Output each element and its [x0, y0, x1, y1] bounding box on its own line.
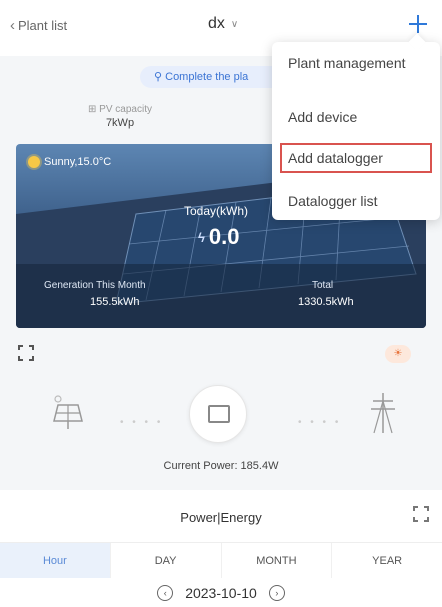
bolt-icon: ϟ [198, 229, 205, 245]
selected-date[interactable]: 2023-10-10 [185, 585, 257, 601]
menu-item-add-datalogger[interactable]: Add datalogger [280, 143, 432, 173]
power-tower-icon [371, 393, 395, 434]
back-label: Plant list [18, 18, 68, 33]
today-label: Today(kWh) [184, 204, 249, 218]
tab-month[interactable]: MONTH [221, 543, 333, 578]
sun-icon [28, 156, 40, 168]
plant-name: dx [208, 15, 225, 32]
tab-hour[interactable]: Hour [0, 543, 111, 578]
month-label: Generation This Month [44, 280, 146, 291]
weather-text: Sunny,15.0°C [44, 156, 112, 168]
add-dropdown-menu: Plant management Add device Add datalogg… [272, 33, 440, 220]
complete-hint-text: Complete the pla [165, 71, 249, 83]
chevron-left-icon: ‹ [10, 17, 15, 34]
tab-year[interactable]: YEAR [332, 543, 442, 578]
menu-item-add-device[interactable]: Add device [280, 108, 432, 126]
energy-panel-title[interactable]: Power|Energy [0, 510, 442, 525]
complete-info-hint[interactable]: ⚲ Complete the pla [140, 66, 290, 88]
period-tabs: Hour DAY MONTH YEAR [0, 542, 442, 578]
weather-badge-icon[interactable]: ☀ [385, 345, 411, 363]
flow-dots-left: • • • • [120, 417, 164, 428]
today-value: ϟ 0.0 [198, 224, 239, 250]
current-power: Current Power: 185.4W [163, 460, 279, 472]
energy-panel: Power|Energy Hour DAY MONTH YEAR ‹ 2023-… [0, 490, 442, 607]
expand-icon[interactable] [413, 506, 429, 522]
total-label: Total [312, 280, 334, 291]
menu-item-datalogger-list[interactable]: Datalogger list [280, 192, 432, 210]
plant-selector[interactable]: dx ∨ [208, 15, 238, 33]
total-value: 1330.5kWh [298, 296, 354, 308]
weather-info: Sunny,15.0°C [28, 156, 111, 168]
tab-day[interactable]: DAY [110, 543, 222, 578]
solar-panel-icon [53, 395, 83, 429]
pv-capacity: ⊞ PV capacity 7kWp [60, 104, 180, 129]
pv-capacity-value: 7kWp [105, 117, 135, 129]
today-value-text: 0.0 [208, 224, 240, 249]
power-flow: • • • • • • • • [0, 385, 442, 455]
location-icon: ⚲ [154, 71, 166, 83]
expand-icon[interactable] [18, 345, 34, 361]
pv-capacity-label-text: PV capacity [99, 104, 152, 115]
inverter-icon[interactable] [189, 385, 247, 443]
pv-capacity-label: ⊞ PV capacity [88, 104, 152, 115]
arrow-right-circle-icon[interactable]: › [268, 585, 285, 601]
menu-item-plant-management[interactable]: Plant management [280, 54, 432, 72]
back-button[interactable]: ‹ Plant list [10, 17, 67, 34]
month-value: 155.5kWh [90, 296, 140, 308]
arrow-left-circle-icon[interactable]: ‹ [157, 585, 174, 601]
chevron-down-icon: ∨ [230, 18, 239, 30]
date-navigator: ‹ 2023-10-10 › [0, 580, 442, 606]
flow-dots-right: • • • • [298, 417, 342, 428]
